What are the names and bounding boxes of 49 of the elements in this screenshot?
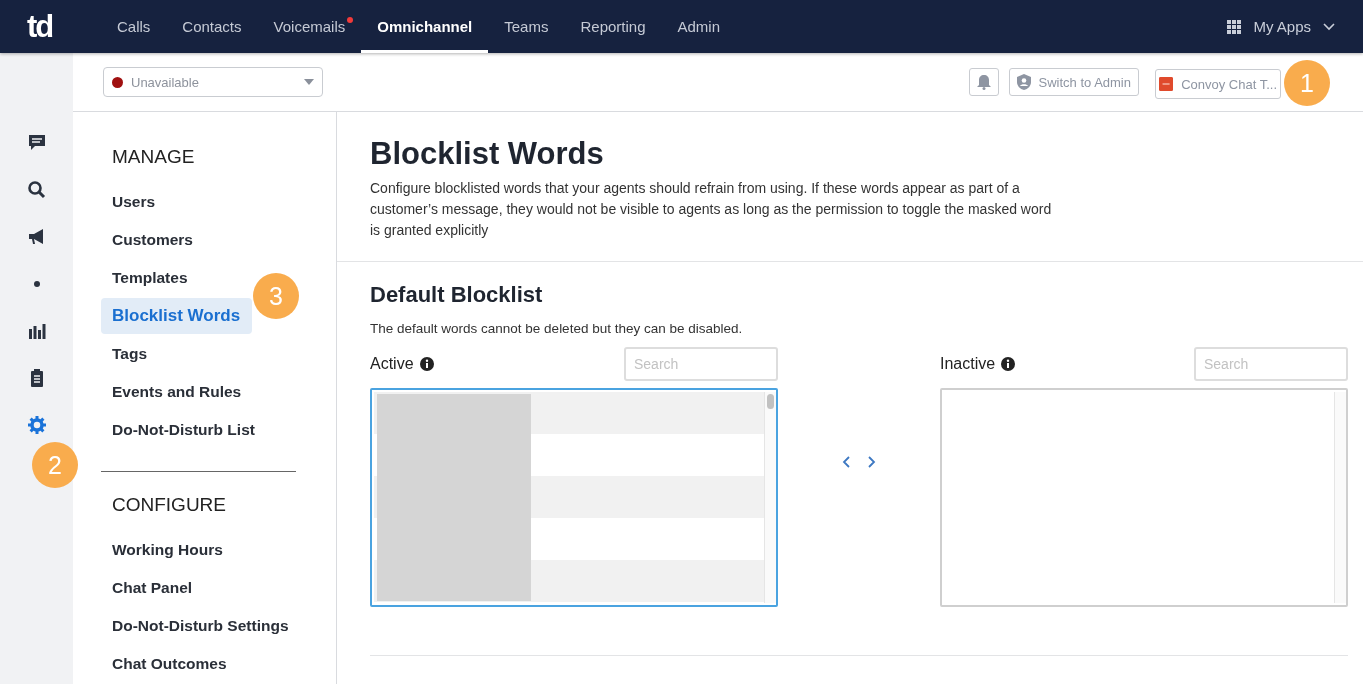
section-heading: MANAGE [111,146,196,169]
notifications-button[interactable] [968,68,999,96]
info-icon [1001,357,1016,371]
callout-badge: 1 [1284,60,1330,106]
section-note: The default words cannot be deleted but they can be disabled. [370,321,744,336]
sidebar-item[interactable]: Chat Outcomes [101,645,238,683]
nav-tab[interactable]: Admin [661,0,737,53]
sidebar-item[interactable]: Do-Not-Disturb List [101,411,266,448]
workspace-logo-icon [1159,74,1174,94]
search-field[interactable]: Search [624,347,778,381]
scrollbar-thumb[interactable] [767,394,774,409]
shield-user-icon [1016,74,1031,90]
nav-tab[interactable]: Contacts [166,0,258,53]
chevron-right-icon [868,456,876,468]
list-label: Active [370,355,414,373]
bell-icon [976,74,991,90]
list-label: Inactive [940,355,996,373]
section-title: Default Blocklist [370,282,544,308]
sidebar-item[interactable]: Chat Panel [101,569,204,607]
page-title: Blocklist Words [370,136,605,172]
search-icon[interactable] [26,180,47,200]
callout-badge: 3 [253,273,299,319]
sidebar-item[interactable]: Do-Not-Disturb Settings [101,607,300,645]
my-apps-menu[interactable]: My Apps [1227,0,1363,53]
nav-tab[interactable]: Calls [101,0,167,53]
info-icon [419,357,434,371]
chevron-left-icon [842,456,850,468]
nav-tab[interactable]: Teams [488,0,565,53]
sidebar-item[interactable]: Events and Rules [101,373,253,410]
sidebar-item[interactable]: Working Hours [101,532,234,569]
chat-icon[interactable] [26,133,47,153]
word-list[interactable] [370,388,778,607]
apps-grid-icon [1227,19,1242,34]
nav-tab[interactable]: Omnichannel [361,0,489,53]
bar-chart-icon[interactable] [26,321,47,341]
sidebar-item[interactable]: Blocklist Words [101,297,252,334]
sidebar-item[interactable]: Users [101,183,167,220]
sidebar-item[interactable]: Templates [101,259,199,296]
settings-icon[interactable] [26,415,47,435]
search-field[interactable]: Search [1194,347,1348,381]
app-logo[interactable]: td [27,8,101,45]
sidebar-item[interactable]: Tags [101,335,159,372]
sidebar-item[interactable]: Customers [101,221,204,258]
nav-tab[interactable]: Reporting [564,0,662,53]
chevron-down-icon [1323,22,1335,31]
page-description: Configure blocklisted words that your agents should refrain from using. If these words appear as part of a customer’s message, they would not be visible to agents as long as the permission to toggle the masked word is granted explicitly [370,179,1053,240]
section-heading: CONFIGURE [111,494,227,518]
dropdown-caret-icon [304,79,314,85]
nav-tab[interactable]: Voicemails [257,0,362,53]
